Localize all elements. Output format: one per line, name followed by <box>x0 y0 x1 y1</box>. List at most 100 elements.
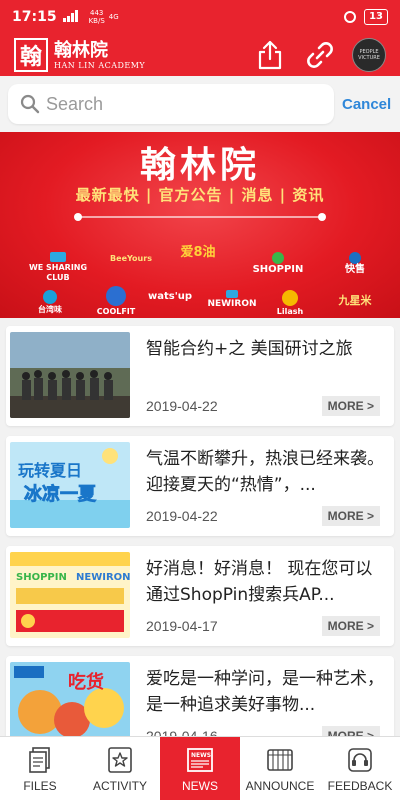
signal-icon <box>62 10 78 22</box>
news-title: 好消息！好消息！ 现在您可以通过ShopPin搜索兵AP... <box>146 559 373 605</box>
banner-subtitle: 最新最快 | 官方公告 | 消息 | 资讯 <box>75 186 325 204</box>
search-icon <box>20 94 40 114</box>
more-button[interactable]: MORE > <box>321 616 380 636</box>
tab-label: ACTIVITY <box>92 778 147 793</box>
banner-divider <box>78 216 322 218</box>
partner-logo: 爱8油 <box>176 245 220 260</box>
partner-logo: NEWIRON <box>206 290 258 309</box>
avatar[interactable]: PEOPLE VICTURE <box>352 38 386 72</box>
news-thumbnail: 玩转夏日 冰凉一夏 <box>10 442 130 528</box>
partner-logo: wats'up <box>146 292 194 302</box>
svg-text:NEWS: NEWS <box>191 752 211 759</box>
logo-mark: 翰 <box>14 38 48 72</box>
tab-label: FEEDBACK <box>327 778 393 793</box>
bottom-tab-bar: FILES ACTIVITY NEWS NEWS ANNOUNCE FEEDBA… <box>0 736 400 800</box>
battery-indicator: 13 <box>364 9 388 25</box>
partner-logo-mark <box>50 252 66 262</box>
more-button[interactable]: MORE > <box>321 396 380 416</box>
search-box[interactable] <box>8 84 334 124</box>
partner-logo-label: 爱8油 <box>180 245 216 260</box>
partner-logo-label: 九星米 <box>338 294 372 307</box>
link-icon <box>307 42 333 68</box>
logo: 翰林院 HAN LIN ACADEMY <box>54 39 146 70</box>
partner-logo: COOLFIT <box>92 286 140 317</box>
list-item[interactable]: 智能合约+之 美国研讨之旅 2019-04-22 MORE > <box>6 326 394 426</box>
svg-text:SHOPPIN: SHOPPIN <box>16 572 67 583</box>
announce-icon <box>267 748 293 771</box>
tab-announce[interactable]: ANNOUNCE <box>240 737 320 800</box>
tab-files[interactable]: FILES <box>0 737 80 800</box>
share-button[interactable] <box>252 37 288 73</box>
copy-link-button[interactable] <box>302 37 338 73</box>
share-icon <box>258 40 282 70</box>
app-header: 翰 翰林院 HAN LIN ACADEMY PEOPLE VICTURE <box>0 34 400 76</box>
partner-logo-mark <box>226 290 238 298</box>
partner-logo-mark <box>282 290 298 306</box>
news-date: 2019-04-16 <box>146 728 218 736</box>
network-speed: 443 KB/S <box>89 9 105 25</box>
banner-divider-dot <box>74 213 82 221</box>
partner-logo: SHOPPIN <box>248 252 308 275</box>
tab-label: ANNOUNCE <box>245 778 315 793</box>
logo-title: 翰林院 <box>54 39 108 61</box>
partner-logo-label: 快售 <box>345 264 365 275</box>
feedback-icon <box>348 747 372 772</box>
partner-logo: 快售 <box>334 252 376 275</box>
news-title: 智能合约+之 美国研讨之旅 <box>146 339 353 359</box>
svg-text:NEWIRON: NEWIRON <box>76 572 130 583</box>
partner-logo-mark <box>106 286 126 306</box>
news-date: 2019-04-17 <box>146 618 218 634</box>
svg-text:玩转夏日: 玩转夏日 <box>18 461 82 480</box>
tab-label: FILES <box>23 778 57 793</box>
files-icon <box>29 746 50 773</box>
network-indicator <box>62 10 85 24</box>
more-button[interactable]: MORE > <box>321 506 380 526</box>
partner-logo-label: COOLFIT <box>96 307 136 316</box>
search-bar: Cancel <box>0 76 400 132</box>
partner-logo-label: 台湾味 <box>38 305 62 314</box>
partner-logo-label: WE SHARING CLUB <box>28 263 88 282</box>
news-thumbnail <box>10 332 130 418</box>
tab-feedback[interactable]: FEEDBACK <box>320 737 400 800</box>
status-time: 17:15 <box>12 9 57 25</box>
news-list[interactable]: 智能合约+之 美国研讨之旅 2019-04-22 MORE > 玩转夏日 冰凉一… <box>0 318 400 736</box>
list-item[interactable]: 玩转夏日 冰凉一夏 气温不断攀升，热浪已经来袭。迎接夏天的“热情”，... 20… <box>6 436 394 536</box>
avatar-text: PEOPLE VICTURE <box>358 49 380 61</box>
list-item[interactable]: SHOPPIN NEWIRON 好消息！好消息！ 现在您可以通过ShopPin搜… <box>6 546 394 646</box>
news-title: 爱吃是一种学问，是一种艺术，是一种追求美好事物... <box>146 669 384 715</box>
tab-activity[interactable]: ACTIVITY <box>80 737 160 800</box>
logo-subtitle: HAN LIN ACADEMY <box>54 60 146 70</box>
tab-news[interactable]: NEWS NEWS <box>160 737 240 800</box>
partner-logo-label: wats'up <box>147 291 193 302</box>
svg-text:冰凉一夏: 冰凉一夏 <box>24 483 97 505</box>
promo-banner[interactable]: 翰林院 最新最快 | 官方公告 | 消息 | 资讯 WE SHARING CLU… <box>0 132 400 318</box>
list-item[interactable]: 吃货 爱吃是一种学问，是一种艺术，是一种追求美好事物... 2019-04-16… <box>6 656 394 736</box>
partner-logo-label: Lilash <box>276 307 304 316</box>
alarm-icon <box>344 11 357 23</box>
partner-logo-label: BeeYours <box>110 254 152 263</box>
partner-logo-mark <box>272 252 284 264</box>
partner-logo: 台湾味 <box>24 290 76 315</box>
news-date: 2019-04-22 <box>146 398 218 414</box>
banner-divider-dot <box>318 213 326 221</box>
app-root: 17:15 443 KB/S 4G 13 翰 翰林院 HAN LIN ACADE… <box>0 0 400 800</box>
activity-icon <box>108 746 132 773</box>
tab-label: NEWS <box>182 778 218 793</box>
network-speed-value: 443 <box>89 9 104 17</box>
cancel-button[interactable]: Cancel <box>342 96 391 113</box>
news-title: 气温不断攀升，热浪已经来袭。迎接夏天的“热情”，... <box>146 449 384 495</box>
status-bar: 17:15 443 KB/S 4G 13 <box>0 0 400 34</box>
partner-logo-label: SHOPPIN <box>252 264 304 275</box>
banner-title: 翰林院 <box>139 144 260 186</box>
partner-logo-label: NEWIRON <box>207 299 257 309</box>
partner-logo-mark <box>349 252 361 264</box>
news-thumbnail: SHOPPIN NEWIRON <box>10 552 130 638</box>
partner-logo: Lilash <box>266 290 314 317</box>
news-date: 2019-04-22 <box>146 508 218 524</box>
partner-logo-mark <box>43 290 57 304</box>
partner-logo: 九星米 <box>330 294 380 307</box>
more-button[interactable]: MORE > <box>321 726 380 736</box>
news-thumbnail: 吃货 <box>10 662 130 736</box>
partner-logo: WE SHARING CLUB <box>28 252 88 283</box>
search-input[interactable] <box>46 93 306 115</box>
